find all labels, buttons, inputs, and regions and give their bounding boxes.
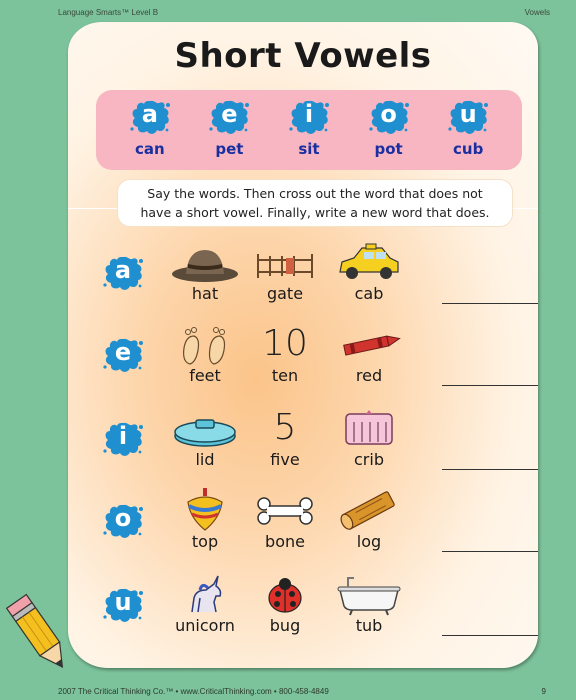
worksheet-page: Short Vowels a can e pet i sit o pot u cub Say th… bbox=[68, 22, 538, 668]
word-crib: crib bbox=[354, 450, 384, 469]
vowel-letter: o bbox=[380, 100, 397, 128]
crayon-icon bbox=[334, 322, 404, 366]
row-a: a hat gate cab bbox=[98, 240, 538, 310]
splat-a-icon: a bbox=[102, 254, 144, 292]
five-numeral: 5 bbox=[250, 406, 320, 450]
header-book-title: Language Smarts™ Level B bbox=[58, 8, 159, 17]
vowel-key-u: u cub bbox=[438, 98, 498, 158]
vowel-letter: u bbox=[459, 100, 477, 128]
word-bone: bone bbox=[265, 532, 305, 551]
bathtub-icon bbox=[334, 572, 404, 616]
vowel-key-o: o pot bbox=[359, 98, 419, 158]
answer-blank-i[interactable] bbox=[442, 469, 538, 470]
header-section: Vowels bbox=[524, 8, 550, 17]
word-cab: cab bbox=[354, 284, 384, 303]
splat-u-icon: u bbox=[102, 586, 144, 624]
unicorn-icon bbox=[170, 572, 240, 616]
word-feet: feet bbox=[189, 366, 221, 385]
splat-icon: a bbox=[129, 98, 171, 136]
lid-icon bbox=[170, 406, 240, 450]
row-e: e feet 10 ten red bbox=[98, 322, 538, 392]
word-unicorn: unicorn bbox=[175, 616, 235, 635]
word-gate: gate bbox=[266, 284, 304, 303]
splat-i-icon: i bbox=[102, 420, 144, 458]
ladybug-icon bbox=[250, 572, 320, 616]
five-numeral-text: 5 bbox=[273, 407, 297, 448]
splat-e-icon: e bbox=[102, 336, 144, 374]
vowel-letter: i bbox=[304, 100, 314, 128]
answer-blank-e[interactable] bbox=[442, 385, 538, 386]
answer-blank-o[interactable] bbox=[442, 551, 538, 552]
crib-icon bbox=[334, 406, 404, 450]
taxi-cab-icon bbox=[334, 240, 404, 284]
instructions-line-2: have a short vowel. Finally, write a new… bbox=[140, 205, 490, 220]
gate-icon bbox=[250, 240, 320, 284]
row-u: u unicorn bug tub bbox=[98, 572, 538, 642]
vowel-example-word: cub bbox=[453, 140, 484, 158]
instructions-box: Say the words. Then cross out the word t… bbox=[118, 180, 512, 226]
vowel-key-i: i sit bbox=[279, 98, 339, 158]
word-hat: hat bbox=[191, 284, 219, 303]
footer-copyright: 2007 The Critical Thinking Co.™ • www.Cr… bbox=[58, 687, 329, 696]
vowel-letter: a bbox=[141, 100, 158, 128]
word-log: log bbox=[356, 532, 382, 551]
feet-icon bbox=[170, 322, 240, 366]
word-lid: lid bbox=[195, 450, 215, 469]
pencil-icon bbox=[5, 593, 64, 668]
vowel-example-word: pet bbox=[215, 140, 244, 158]
ten-numeral-text: 10 bbox=[262, 323, 308, 364]
log-icon bbox=[334, 488, 404, 532]
answer-blank-a[interactable] bbox=[442, 303, 538, 304]
bone-icon bbox=[250, 488, 320, 532]
vowel-key-e: e pet bbox=[199, 98, 259, 158]
hat-icon bbox=[170, 240, 240, 284]
page-number: 9 bbox=[541, 687, 546, 696]
answer-blank-u[interactable] bbox=[442, 635, 538, 636]
vowel-example-word: sit bbox=[298, 140, 320, 158]
instructions-line-1: Say the words. Then cross out the word t… bbox=[147, 186, 483, 201]
vowel-letter: e bbox=[221, 100, 238, 128]
word-ten: ten bbox=[271, 366, 299, 385]
vowel-example-word: can bbox=[134, 140, 165, 158]
page-title: Short Vowels bbox=[174, 36, 432, 76]
vowel-key-bar: a can e pet i sit o pot u cub bbox=[96, 90, 522, 170]
splat-o-icon: o bbox=[102, 502, 144, 540]
word-five: five bbox=[270, 450, 300, 469]
word-red: red bbox=[355, 366, 383, 385]
splat-icon: o bbox=[368, 98, 410, 136]
ten-numeral: 10 bbox=[250, 322, 320, 366]
word-tub: tub bbox=[355, 616, 383, 635]
vowel-example-word: pot bbox=[374, 140, 403, 158]
word-top: top bbox=[191, 532, 219, 551]
splat-icon: e bbox=[208, 98, 250, 136]
word-bug: bug bbox=[269, 616, 301, 635]
splat-icon: i bbox=[288, 98, 330, 136]
row-o: o top bone log bbox=[98, 488, 538, 558]
splat-icon: u bbox=[447, 98, 489, 136]
spinning-top-icon bbox=[170, 488, 240, 532]
vowel-key-a: a can bbox=[120, 98, 180, 158]
row-i: i lid 5 five crib bbox=[98, 406, 538, 476]
